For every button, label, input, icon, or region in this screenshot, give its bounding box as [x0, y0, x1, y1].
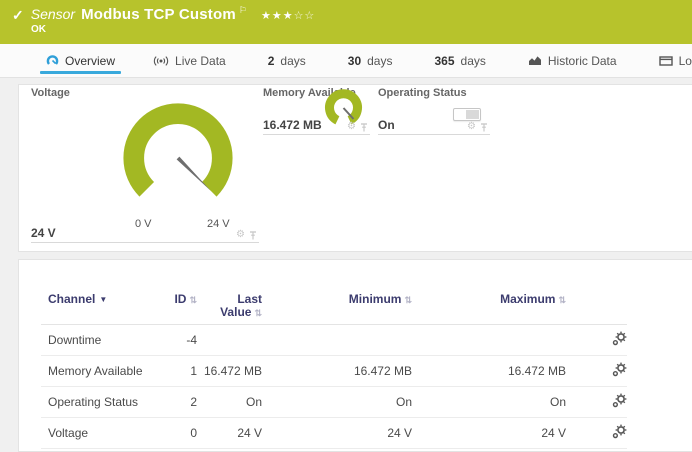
channel-id: 2 — [166, 387, 197, 418]
channel-maximum: 16.472 MB — [412, 356, 566, 387]
channel-name: Voltage — [41, 418, 166, 449]
channel-last-value: On — [197, 387, 262, 418]
pin-icon[interactable] — [360, 123, 368, 132]
page-title: Modbus TCP Custom — [81, 6, 236, 23]
pin-icon[interactable] — [480, 123, 488, 132]
channel-id: 0 — [166, 418, 197, 449]
channel-last-value: 24 V — [197, 418, 262, 449]
gear-icon[interactable]: ⚙ — [236, 230, 245, 240]
switch-gauge — [453, 108, 481, 121]
channel-settings-icon[interactable] — [612, 362, 627, 377]
tab-bar: Overview Live Data 2 days 30 days 365 da… — [0, 44, 692, 78]
tab-historic-data[interactable]: Historic Data — [520, 44, 625, 77]
tab-number: 2 — [268, 54, 275, 68]
table-row: Memory Available 1 16.472 MB 16.472 MB 1… — [41, 356, 627, 387]
tab-2-days[interactable]: 2 days — [260, 44, 314, 77]
channel-name: Memory Available — [41, 356, 166, 387]
tab-label: days — [367, 54, 392, 68]
operating-status-value: On — [378, 118, 395, 132]
tab-30-days[interactable]: 30 days — [340, 44, 401, 77]
operating-status-label: Operating Status — [378, 87, 490, 99]
channel-settings-icon[interactable] — [612, 331, 627, 346]
broadcast-icon — [153, 55, 169, 67]
channel-minimum: 16.472 MB — [262, 356, 412, 387]
flag-icon[interactable]: ⚐ — [239, 5, 247, 16]
tab-log[interactable]: Log — [651, 44, 692, 77]
memory-panel: Memory Available 16.472 MB ⚙ — [263, 87, 370, 135]
column-header-actions — [566, 286, 627, 325]
sensor-header: ✓ Sensor Modbus TCP Custom ⚐ ★★★☆☆ OK — [0, 0, 692, 44]
column-header-last-value[interactable]: Last Value⇅ — [197, 286, 262, 325]
channel-table-card: Channel▼ ID⇅ Last Value⇅ Minimum⇅ Maximu… — [18, 259, 692, 452]
column-header-maximum[interactable]: Maximum⇅ — [412, 286, 566, 325]
stars-filled[interactable]: ★★★ — [261, 10, 294, 22]
channel-maximum: On — [412, 387, 566, 418]
channel-name: Downtime — [41, 325, 166, 356]
priority-stars[interactable]: ★★★☆☆ — [261, 9, 315, 22]
channel-id: 1 — [166, 356, 197, 387]
channel-table: Channel▼ ID⇅ Last Value⇅ Minimum⇅ Maximu… — [41, 286, 627, 449]
gauges-card: Voltage 0 V 24 V 24 V ⚙ Memory Available — [18, 84, 692, 252]
column-header-minimum[interactable]: Minimum⇅ — [262, 286, 412, 325]
table-row: Downtime -4 — [41, 325, 627, 356]
log-list-icon — [659, 56, 673, 66]
channel-id: -4 — [166, 325, 197, 356]
stars-empty[interactable]: ☆☆ — [294, 10, 316, 22]
table-row: Operating Status 2 On On On — [41, 387, 627, 418]
channel-minimum: On — [262, 387, 412, 418]
tab-label: Live Data — [175, 54, 226, 68]
tab-label: Log — [679, 54, 692, 68]
voltage-label: Voltage — [31, 87, 259, 99]
switch-knob — [466, 110, 479, 119]
tab-label: days — [461, 54, 486, 68]
tab-365-days[interactable]: 365 days — [426, 44, 493, 77]
voltage-panel: Voltage 0 V 24 V 24 V ⚙ — [31, 87, 259, 243]
sort-icon: ⇅ — [254, 308, 262, 318]
channel-last-value: 16.472 MB — [197, 356, 262, 387]
channel-last-value — [197, 325, 262, 356]
table-row: Voltage 0 24 V 24 V 24 V — [41, 418, 627, 449]
gear-icon[interactable]: ⚙ — [347, 122, 356, 132]
tab-label: Overview — [65, 54, 115, 68]
gauge-icon — [46, 54, 59, 67]
channel-maximum: 24 V — [412, 418, 566, 449]
voltage-gauge — [119, 99, 237, 217]
sort-icon: ⇅ — [558, 295, 566, 305]
memory-value: 16.472 MB — [263, 118, 322, 132]
tab-label: days — [280, 54, 305, 68]
column-header-channel[interactable]: Channel▼ — [41, 286, 166, 325]
gear-icon[interactable]: ⚙ — [467, 122, 476, 132]
column-header-id[interactable]: ID⇅ — [166, 286, 197, 325]
sort-icon: ⇅ — [404, 295, 412, 305]
tab-number: 30 — [348, 54, 361, 68]
bar-chart-icon — [528, 55, 542, 66]
tab-overview[interactable]: Overview — [38, 44, 123, 77]
status-badge: OK — [31, 24, 46, 35]
tab-label: Historic Data — [548, 54, 617, 68]
sort-caret-icon: ▼ — [99, 295, 107, 304]
channel-maximum — [412, 325, 566, 356]
pin-icon[interactable] — [249, 231, 257, 240]
channel-minimum — [262, 325, 412, 356]
voltage-scale-max: 24 V — [207, 218, 230, 230]
voltage-value: 24 V — [31, 226, 56, 240]
sort-icon: ⇅ — [189, 295, 197, 305]
channel-settings-icon[interactable] — [612, 393, 627, 408]
voltage-scale-min: 0 V — [135, 218, 152, 230]
status-check-icon: ✓ — [12, 7, 24, 24]
operating-status-panel: Operating Status On ⚙ — [378, 87, 490, 135]
channel-name: Operating Status — [41, 387, 166, 418]
tab-number: 365 — [434, 54, 454, 68]
channel-settings-icon[interactable] — [612, 424, 627, 439]
channel-minimum: 24 V — [262, 418, 412, 449]
tab-live-data[interactable]: Live Data — [145, 44, 234, 77]
object-kind-label: Sensor — [31, 6, 75, 22]
